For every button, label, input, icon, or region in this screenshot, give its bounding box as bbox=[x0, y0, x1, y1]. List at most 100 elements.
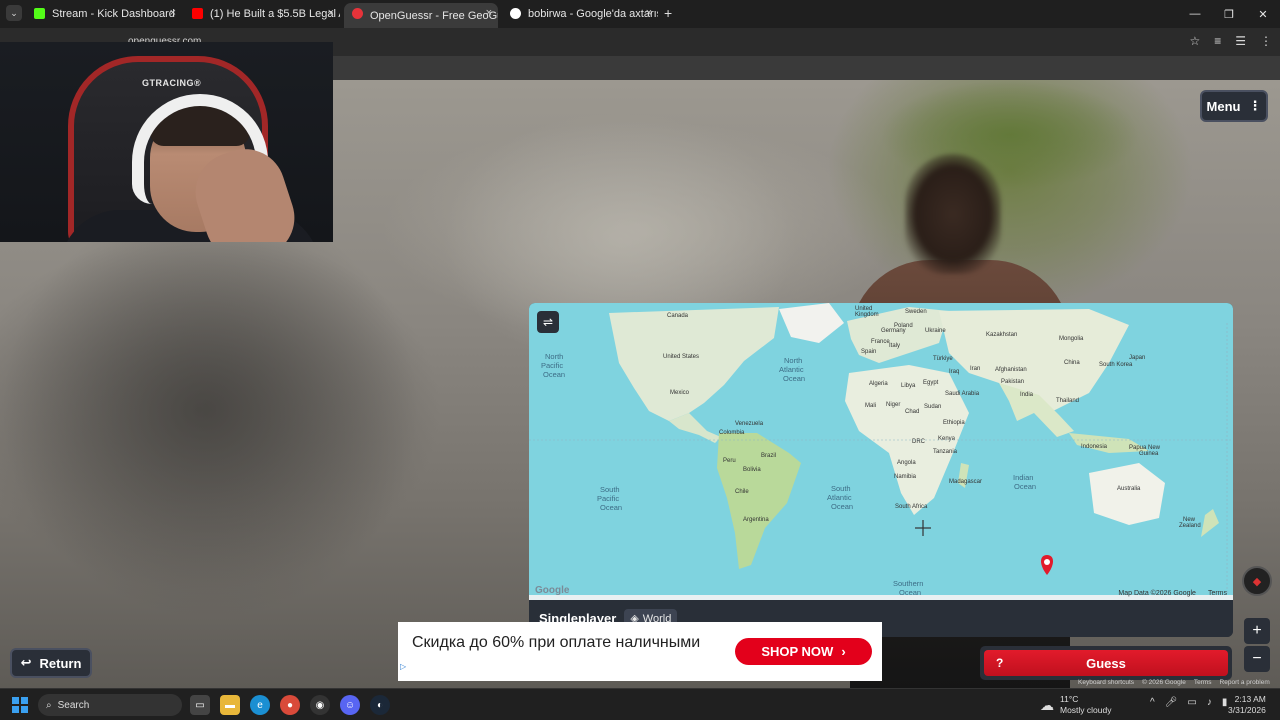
blurred-face bbox=[905, 154, 1001, 274]
extensions-icon[interactable]: ☰ bbox=[1235, 34, 1246, 48]
ocean-label: North bbox=[784, 356, 802, 365]
ocean-label: Pacific bbox=[597, 494, 619, 503]
country-label: Spain bbox=[861, 349, 876, 355]
country-label: Zealand bbox=[1179, 523, 1201, 529]
weather-temp: 11°C bbox=[1060, 694, 1079, 704]
volume-icon[interactable]: ♪ bbox=[1207, 697, 1212, 708]
zoom-in-button[interactable]: + bbox=[1244, 618, 1270, 644]
country-label: Brazil bbox=[761, 453, 776, 459]
ocean-label: Ocean bbox=[543, 370, 565, 379]
country-label: Namibia bbox=[894, 474, 917, 480]
tab-close-icon[interactable]: × bbox=[170, 7, 176, 19]
zoom-out-button[interactable]: − bbox=[1244, 646, 1270, 672]
windows-start-icon[interactable] bbox=[12, 697, 28, 713]
advertisement-banner[interactable]: Скидка до 60% при оплате наличными SHOP … bbox=[398, 622, 882, 681]
close-window-icon[interactable]: ✕ bbox=[1246, 0, 1280, 28]
ocean-label: South bbox=[831, 484, 851, 493]
map-terms-link[interactable]: Terms bbox=[1208, 590, 1227, 597]
country-label: Türkiye bbox=[933, 356, 953, 362]
compass-icon[interactable]: ◆ bbox=[1242, 566, 1272, 596]
country-label: Argentina bbox=[743, 517, 769, 523]
tab-search-icon[interactable]: ⌄ bbox=[6, 5, 22, 21]
country-label: Indonesia bbox=[1081, 444, 1108, 450]
menu-button[interactable]: Menu ⋮ bbox=[1200, 90, 1268, 122]
country-label: South Africa bbox=[895, 504, 928, 510]
ad-choices-icon[interactable]: ▷ bbox=[400, 662, 406, 671]
map-settings-icon[interactable]: ⇌ bbox=[537, 311, 559, 333]
report-problem-link[interactable]: Report a problem bbox=[1220, 679, 1270, 686]
task-view-icon[interactable]: ▭ bbox=[190, 695, 210, 715]
obs-icon[interactable]: ◉ bbox=[310, 695, 330, 715]
world-map[interactable]: North Pacific Ocean North Atlantic Ocean… bbox=[529, 303, 1233, 600]
country-label: Saudi Arabia bbox=[945, 391, 980, 397]
file-explorer-icon[interactable]: ▬ bbox=[220, 695, 240, 715]
guess-button[interactable]: ? Guess bbox=[984, 650, 1228, 676]
tab-kick-dashboard[interactable]: Stream - Kick Dashboard × bbox=[26, 3, 182, 25]
ocean-label: Pacific bbox=[541, 361, 563, 370]
system-tray: ^ 🎤︎ ▭ ♪ ▮ bbox=[1150, 697, 1227, 708]
tab-google-search[interactable]: bobirwa - Google'da axtarış × bbox=[502, 3, 658, 25]
country-label: Thailand bbox=[1056, 398, 1079, 404]
country-label: Ukraine bbox=[925, 328, 946, 334]
ocean-label: Ocean bbox=[600, 503, 622, 512]
country-label: Kazakhstan bbox=[986, 332, 1017, 338]
microphone-icon[interactable]: 🎤︎ bbox=[1165, 697, 1178, 708]
tab-title: (1) He Built a $5.5B Legal AI Co bbox=[210, 8, 340, 20]
new-tab-icon[interactable]: + bbox=[664, 5, 672, 21]
chair-logo: GTRACING® bbox=[142, 78, 202, 88]
restore-icon[interactable]: ❐ bbox=[1212, 0, 1246, 28]
chrome-icon[interactable]: ● bbox=[280, 695, 300, 715]
guess-bar: ? Guess bbox=[980, 646, 1232, 680]
discord-icon[interactable]: ☺ bbox=[340, 695, 360, 715]
country-label: Mongolia bbox=[1059, 336, 1084, 342]
shop-now-button[interactable]: SHOP NOW › bbox=[735, 638, 872, 665]
browser-tab-bar: ⌄ Stream - Kick Dashboard × (1) He Built… bbox=[0, 0, 1280, 28]
ocean-label: South bbox=[600, 485, 620, 494]
country-label: Italy bbox=[889, 343, 900, 349]
edge-icon[interactable]: e bbox=[250, 695, 270, 715]
kick-favicon-icon bbox=[34, 8, 45, 19]
country-label: Poland bbox=[894, 323, 913, 329]
return-arrow-icon: ↩ bbox=[20, 655, 32, 670]
country-label: Chad bbox=[905, 409, 919, 415]
media-control-icon[interactable]: ≡ bbox=[1214, 34, 1221, 48]
taskbar-clock[interactable]: 2:13 AM 3/31/2026 bbox=[1228, 694, 1266, 716]
ocean-label: Ocean bbox=[783, 374, 805, 383]
country-label: Kingdom bbox=[855, 312, 879, 318]
country-label: Ethiopia bbox=[943, 420, 965, 426]
google-logo: Google bbox=[535, 585, 570, 596]
country-label: Niger bbox=[886, 402, 900, 408]
tab-close-icon[interactable]: × bbox=[328, 7, 334, 19]
country-label: Guinea bbox=[1139, 451, 1159, 457]
chevron-right-icon: › bbox=[841, 644, 846, 659]
map-credit: Map Data ©2026 Google Terms bbox=[1118, 590, 1227, 597]
battery-icon[interactable]: ▮ bbox=[1222, 697, 1228, 708]
youtube-favicon-icon bbox=[192, 8, 203, 19]
terms-link[interactable]: Terms bbox=[1194, 679, 1212, 686]
webcam-overlay: GTRACING® bbox=[0, 42, 333, 242]
display-icon[interactable]: ▭ bbox=[1187, 697, 1196, 708]
chevron-up-icon[interactable]: ^ bbox=[1150, 697, 1155, 708]
country-label: Pakistan bbox=[1001, 379, 1024, 385]
country-label: Madagascar bbox=[949, 479, 982, 485]
weather-widget[interactable]: ☁ 11°C Mostly cloudy bbox=[1040, 694, 1112, 716]
tree-shadow bbox=[0, 200, 420, 620]
tab-close-icon[interactable]: × bbox=[646, 7, 652, 19]
ocean-label: Atlantic bbox=[779, 365, 804, 374]
return-button[interactable]: ↩ Return bbox=[10, 648, 92, 678]
tab-youtube-video[interactable]: (1) He Built a $5.5B Legal AI Co × bbox=[184, 3, 340, 25]
more-options-icon[interactable]: ⋮ bbox=[1260, 34, 1272, 48]
clock-date: 3/31/2026 bbox=[1228, 705, 1266, 715]
country-label: Peru bbox=[723, 458, 736, 464]
keyboard-shortcuts-link[interactable]: Keyboard shortcuts bbox=[1078, 679, 1134, 686]
menu-label: Menu bbox=[1206, 98, 1241, 114]
tab-openguessr[interactable]: OpenGuessr - Free GeoGuessr × bbox=[344, 3, 498, 28]
steam-icon[interactable]: ◐ bbox=[370, 695, 390, 715]
bookmark-star-icon[interactable]: ☆ bbox=[1189, 34, 1200, 48]
country-label: South Korea bbox=[1099, 362, 1133, 368]
country-label: Sudan bbox=[924, 404, 941, 410]
taskbar-search[interactable]: ⌕ Search bbox=[38, 694, 182, 716]
minimize-icon[interactable]: — bbox=[1178, 0, 1212, 28]
country-label: Australia bbox=[1117, 486, 1141, 492]
tab-close-icon[interactable]: × bbox=[486, 7, 492, 19]
